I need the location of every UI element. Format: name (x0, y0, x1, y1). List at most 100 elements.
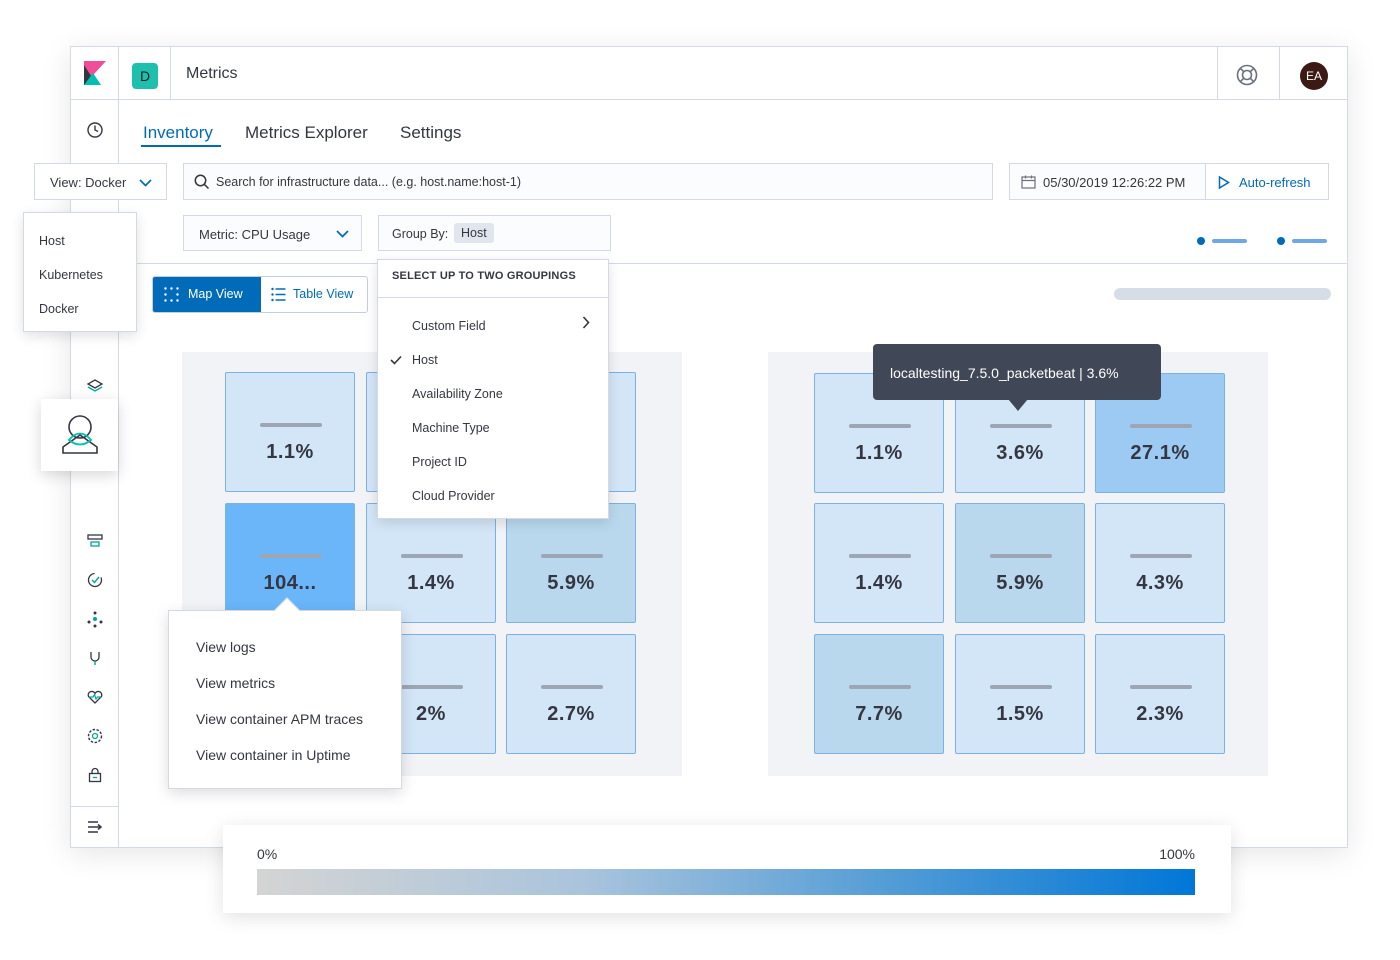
calendar-icon (1021, 175, 1036, 189)
node-value: 5.9% (547, 572, 595, 594)
metric-select[interactable]: Metric: CPU Usage (183, 215, 362, 251)
map-view-label: Map View (188, 287, 243, 301)
date-time-value: 05/30/2019 12:26:22 PM (1043, 175, 1186, 190)
table-view-button[interactable]: Table View (261, 277, 367, 312)
map-node[interactable]: 5.9% (955, 503, 1085, 623)
grouping-custom-field[interactable]: Custom Field (412, 319, 486, 333)
infrastructure-icon[interactable] (85, 531, 105, 551)
loading-placeholder-bar (1114, 288, 1331, 300)
node-value: 1.4% (855, 572, 903, 594)
group-by-label: Group By: (392, 227, 449, 241)
table-view-label: Table View (293, 287, 354, 301)
header-divider (1217, 47, 1218, 100)
node-name-bar (990, 685, 1052, 689)
header-divider (118, 47, 119, 100)
waffle-map-right: 1.1% 3.6% 27.1% 1.4% 5.9% 4.3% 7.7% 1.5%… (768, 352, 1268, 776)
auto-refresh-button[interactable]: Auto-refresh (1205, 163, 1329, 200)
map-node[interactable]: 2.7% (506, 634, 636, 754)
recent-clock-icon[interactable] (85, 120, 105, 140)
monitoring-heartbeat-icon[interactable] (85, 687, 105, 707)
chevron-down-icon (139, 179, 152, 187)
view-logs-item[interactable]: View logs (196, 639, 256, 655)
auto-refresh-label: Auto-refresh (1239, 175, 1311, 190)
view-dropdown-menu: Host Kubernetes Docker (23, 212, 137, 332)
tooltip-text: localtesting_7.5.0_packetbeat | 3.6% (890, 365, 1119, 381)
node-name-bar (990, 554, 1052, 558)
help-lifebuoy-icon[interactable] (1236, 64, 1258, 86)
group-by-select[interactable]: Group By: Host (378, 215, 611, 251)
node-name-bar (990, 424, 1052, 428)
legend-gradient (257, 869, 1195, 895)
node-value: 1.4% (407, 572, 455, 594)
node-name-bar (1130, 685, 1192, 689)
map-node[interactable]: 4.3% (1095, 503, 1225, 623)
node-value: 2.7% (547, 703, 595, 725)
map-view-button[interactable]: Map View (153, 277, 261, 312)
node-name-bar (1130, 554, 1192, 558)
map-node[interactable]: 5.9% (506, 503, 636, 623)
chevron-right-icon[interactable] (582, 316, 590, 329)
node-name-bar (849, 554, 911, 558)
kibana-logo-icon[interactable] (84, 61, 106, 85)
security-lock-icon[interactable] (85, 765, 105, 785)
legend-max-label: 100% (1159, 846, 1195, 862)
map-node[interactable]: 2.3% (1095, 634, 1225, 754)
map-node[interactable]: 1.4% (814, 503, 944, 623)
node-value: 7.7% (855, 703, 903, 725)
grouping-host[interactable]: Host (412, 353, 438, 367)
view-option-kubernetes[interactable]: Kubernetes (39, 268, 103, 282)
search-placeholder: Search for infrastructure data... (e.g. … (216, 175, 522, 189)
date-picker[interactable]: 05/30/2019 12:26:22 PM (1009, 163, 1206, 200)
map-node[interactable]: 7.7% (814, 634, 944, 754)
user-avatar[interactable]: EA (1300, 62, 1328, 90)
view-option-host[interactable]: Host (39, 234, 65, 248)
node-name-bar (260, 423, 322, 427)
group-by-menu-divider (378, 297, 608, 298)
group-by-menu-title: SELECT UP TO TWO GROUPINGS (392, 270, 576, 282)
node-value: 1.5% (996, 703, 1044, 725)
view-option-docker[interactable]: Docker (39, 302, 79, 316)
grouping-availability-zone[interactable]: Availability Zone (412, 387, 503, 401)
legend-bar (1212, 239, 1247, 243)
map-node[interactable]: 1.4% (366, 503, 496, 623)
tab-settings[interactable]: Settings (400, 123, 461, 143)
uptime-check-icon[interactable] (85, 570, 105, 590)
tab-metrics-explorer[interactable]: Metrics Explorer (245, 123, 368, 143)
node-name-bar (541, 554, 603, 558)
node-name-bar (401, 685, 463, 689)
app-title: Metrics (186, 65, 238, 82)
view-metrics-item[interactable]: View metrics (196, 675, 275, 691)
map-node[interactable]: 1.5% (955, 634, 1085, 754)
map-node[interactable]: 1.1% (225, 372, 355, 492)
grouping-project-id[interactable]: Project ID (412, 455, 467, 469)
legend-dot (1197, 237, 1205, 245)
graph-nodes-icon[interactable] (85, 609, 105, 629)
grouping-cloud-provider[interactable]: Cloud Provider (412, 489, 495, 503)
group-by-pill[interactable]: Host (454, 223, 494, 243)
logs-layers-icon[interactable] (85, 376, 105, 396)
view-select[interactable]: View: Docker (34, 163, 167, 200)
dev-tools-icon[interactable] (85, 648, 105, 668)
tab-inventory[interactable]: Inventory (143, 123, 213, 143)
search-icon (194, 174, 210, 190)
highlighted-nav-item[interactable] (41, 399, 118, 471)
view-toggle: Map View Table View (152, 276, 368, 313)
top-header: D Metrics EA (71, 47, 1347, 100)
node-name-bar (849, 424, 911, 428)
metric-select-label: Metric: CPU Usage (199, 227, 311, 242)
menu-collapse-icon[interactable] (87, 820, 103, 834)
search-input[interactable]: Search for infrastructure data... (e.g. … (183, 163, 993, 200)
node-name-bar (260, 554, 322, 558)
view-apm-traces-item[interactable]: View container APM traces (196, 711, 363, 727)
legend-dot (1277, 237, 1285, 245)
space-badge[interactable]: D (132, 63, 158, 89)
list-icon (271, 287, 286, 302)
play-icon (1218, 176, 1230, 189)
settings-gear-icon[interactable] (85, 726, 105, 746)
tooltip-arrow (1008, 399, 1028, 411)
nav-collapse-area (71, 806, 119, 848)
view-uptime-item[interactable]: View container in Uptime (196, 747, 351, 763)
grouping-machine-type[interactable]: Machine Type (412, 421, 490, 435)
header-divider (170, 47, 171, 100)
toolbar-divider (119, 263, 1348, 264)
